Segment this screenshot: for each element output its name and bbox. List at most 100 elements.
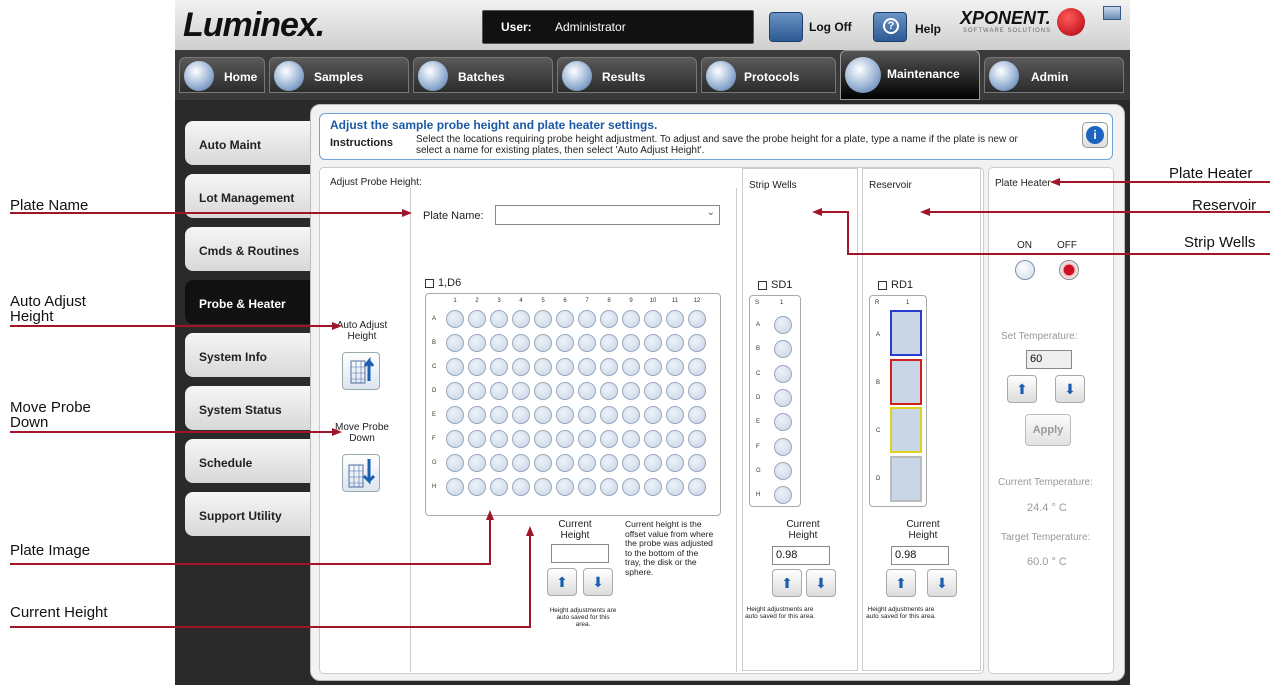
- sidebar-item-system-info[interactable]: System Info: [185, 333, 313, 377]
- plate-well[interactable]: [622, 382, 640, 400]
- plate-well[interactable]: [600, 478, 618, 496]
- tab-protocols[interactable]: Protocols: [701, 57, 836, 93]
- plate-well[interactable]: [468, 430, 486, 448]
- strip-well[interactable]: [774, 340, 792, 359]
- plate-well[interactable]: [556, 430, 574, 448]
- tab-batches[interactable]: Batches: [413, 57, 553, 93]
- temp-down-button[interactable]: ⬇: [1055, 375, 1085, 403]
- plate-well[interactable]: [688, 310, 706, 328]
- tab-samples[interactable]: Samples: [269, 57, 409, 93]
- strip-height-up-button[interactable]: ⬆: [772, 569, 802, 597]
- plate-well[interactable]: [688, 454, 706, 472]
- plate-well[interactable]: [578, 478, 596, 496]
- minimize-button[interactable]: [1103, 6, 1121, 20]
- plate-well[interactable]: [468, 454, 486, 472]
- plate-well[interactable]: [644, 334, 662, 352]
- plate-well[interactable]: [556, 406, 574, 424]
- plate-well[interactable]: [468, 310, 486, 328]
- sidebar-item-schedule[interactable]: Schedule: [185, 439, 313, 483]
- plate-well[interactable]: [600, 334, 618, 352]
- plate-well[interactable]: [512, 334, 530, 352]
- plate-well[interactable]: [512, 382, 530, 400]
- plate-well[interactable]: [534, 310, 552, 328]
- tab-maintenance[interactable]: Maintenance: [840, 50, 980, 100]
- plate-well[interactable]: [666, 406, 684, 424]
- plate-well[interactable]: [490, 430, 508, 448]
- plate-well[interactable]: [446, 454, 464, 472]
- reservoir-trough[interactable]: [890, 455, 922, 502]
- tab-home[interactable]: Home: [179, 57, 265, 93]
- reservoir-image[interactable]: R 1 A B C D: [869, 295, 927, 507]
- help-icon[interactable]: ?: [873, 12, 907, 42]
- strip-well[interactable]: [774, 413, 792, 432]
- plate-well[interactable]: [644, 478, 662, 496]
- plate-well[interactable]: [468, 382, 486, 400]
- plate-well[interactable]: [556, 454, 574, 472]
- set-temperature-field[interactable]: 60: [1026, 350, 1072, 369]
- plate-well[interactable]: [446, 310, 464, 328]
- info-button[interactable]: i: [1082, 122, 1108, 148]
- help-button[interactable]: Help: [915, 22, 941, 36]
- sidebar-item-probe-heater[interactable]: Probe & Heater: [185, 280, 313, 324]
- auto-adjust-height-button[interactable]: [342, 352, 380, 390]
- plate-well[interactable]: [644, 430, 662, 448]
- plate-well[interactable]: [468, 334, 486, 352]
- plate-well[interactable]: [534, 430, 552, 448]
- plate-well[interactable]: [556, 382, 574, 400]
- plate-name-dropdown[interactable]: ⌄: [495, 205, 720, 225]
- plate-well[interactable]: [688, 334, 706, 352]
- plate-well[interactable]: [512, 358, 530, 376]
- plate-well[interactable]: [688, 358, 706, 376]
- plate-well[interactable]: [666, 334, 684, 352]
- sidebar-item-auto-maint[interactable]: Auto Maint: [185, 121, 313, 165]
- plate-well[interactable]: [600, 406, 618, 424]
- plate-well[interactable]: [578, 430, 596, 448]
- plate-well[interactable]: [600, 430, 618, 448]
- tab-admin[interactable]: Admin: [984, 57, 1124, 93]
- reservoir-trough[interactable]: [890, 407, 922, 453]
- plate-well[interactable]: [512, 430, 530, 448]
- plate-well[interactable]: [666, 358, 684, 376]
- strip-well[interactable]: [774, 437, 792, 456]
- plate-well[interactable]: [490, 310, 508, 328]
- plate-well[interactable]: [622, 310, 640, 328]
- strip-checkbox[interactable]: [758, 281, 767, 290]
- plate-well[interactable]: [490, 382, 508, 400]
- plate-well[interactable]: [578, 334, 596, 352]
- plate-well[interactable]: [534, 382, 552, 400]
- move-probe-down-button[interactable]: [342, 454, 380, 492]
- plate-well[interactable]: [600, 454, 618, 472]
- apply-button[interactable]: Apply: [1025, 414, 1071, 446]
- plate-well[interactable]: [578, 358, 596, 376]
- sidebar-item-lot-management[interactable]: Lot Management: [185, 174, 313, 218]
- heater-off-radio[interactable]: [1059, 260, 1079, 280]
- strip-well[interactable]: [774, 316, 792, 334]
- plate-well[interactable]: [600, 310, 618, 328]
- reservoir-trough[interactable]: [890, 310, 922, 356]
- plate-well[interactable]: [666, 430, 684, 448]
- plate-well[interactable]: [688, 406, 706, 424]
- plate-well[interactable]: [622, 406, 640, 424]
- reservoir-height-up-button[interactable]: ⬆: [886, 569, 916, 597]
- plate-well[interactable]: [512, 454, 530, 472]
- reservoir-current-height-field[interactable]: 0.98: [891, 546, 949, 565]
- plate-well[interactable]: [600, 382, 618, 400]
- plate-well[interactable]: [666, 478, 684, 496]
- plate-well[interactable]: [578, 454, 596, 472]
- height-up-button[interactable]: ⬆: [547, 568, 577, 596]
- plate-well[interactable]: [512, 406, 530, 424]
- plate-well[interactable]: [490, 478, 508, 496]
- plate-well[interactable]: [666, 310, 684, 328]
- strip-height-down-button[interactable]: ⬇: [806, 569, 836, 597]
- plate-well[interactable]: [490, 358, 508, 376]
- plate-well[interactable]: [468, 406, 486, 424]
- plate-image[interactable]: 1 2 3 4 5 6 7 8 9 10 11 12 ABCDEFGH: [425, 293, 721, 516]
- plate-well[interactable]: [446, 358, 464, 376]
- plate-well[interactable]: [644, 310, 662, 328]
- plate-well[interactable]: [644, 454, 662, 472]
- plate-well[interactable]: [468, 358, 486, 376]
- plate-well[interactable]: [446, 478, 464, 496]
- logoff-icon[interactable]: [769, 12, 803, 42]
- sidebar-item-system-status[interactable]: System Status: [185, 386, 313, 430]
- plate-well[interactable]: [556, 334, 574, 352]
